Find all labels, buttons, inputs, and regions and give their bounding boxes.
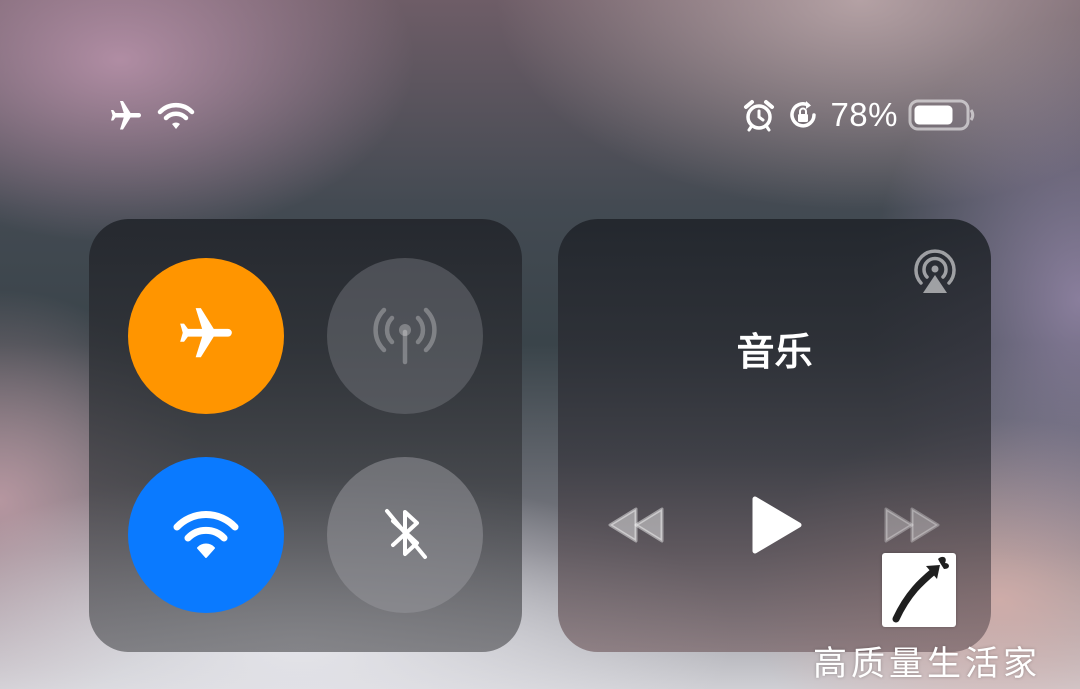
alarm-icon: [742, 98, 776, 132]
wifi-icon: [156, 100, 196, 132]
airplane-icon: [108, 98, 144, 134]
fast-forward-icon: [882, 507, 942, 547]
airplay-audio-icon: [909, 245, 961, 301]
fast-forward-button[interactable]: [876, 497, 948, 557]
wifi-icon: [171, 507, 241, 563]
rewind-button[interactable]: [600, 497, 672, 557]
play-icon: [749, 495, 803, 559]
battery-percentage: 78%: [830, 96, 898, 133]
airplane-icon: [175, 303, 237, 369]
cellular-antenna-icon: [370, 302, 440, 370]
watermark-text: 高质量生活家: [813, 644, 1041, 684]
bluetooth-off-icon: [375, 501, 435, 569]
wifi-toggle[interactable]: [128, 457, 284, 613]
status-bar-right: 78%: [742, 96, 976, 134]
status-bar-left: [108, 98, 196, 134]
bluetooth-toggle[interactable]: [327, 457, 483, 613]
airplane-mode-toggle[interactable]: [128, 258, 284, 414]
battery-icon: [908, 98, 976, 132]
play-button[interactable]: [740, 495, 812, 559]
cellular-data-toggle[interactable]: [327, 258, 483, 414]
rotation-lock-icon: [786, 98, 820, 132]
music-title: 音乐: [736, 330, 813, 374]
airplay-button[interactable]: [909, 247, 961, 299]
connectivity-panel: [89, 219, 522, 652]
rewind-icon: [606, 507, 666, 547]
watermark-logo: [882, 553, 956, 627]
